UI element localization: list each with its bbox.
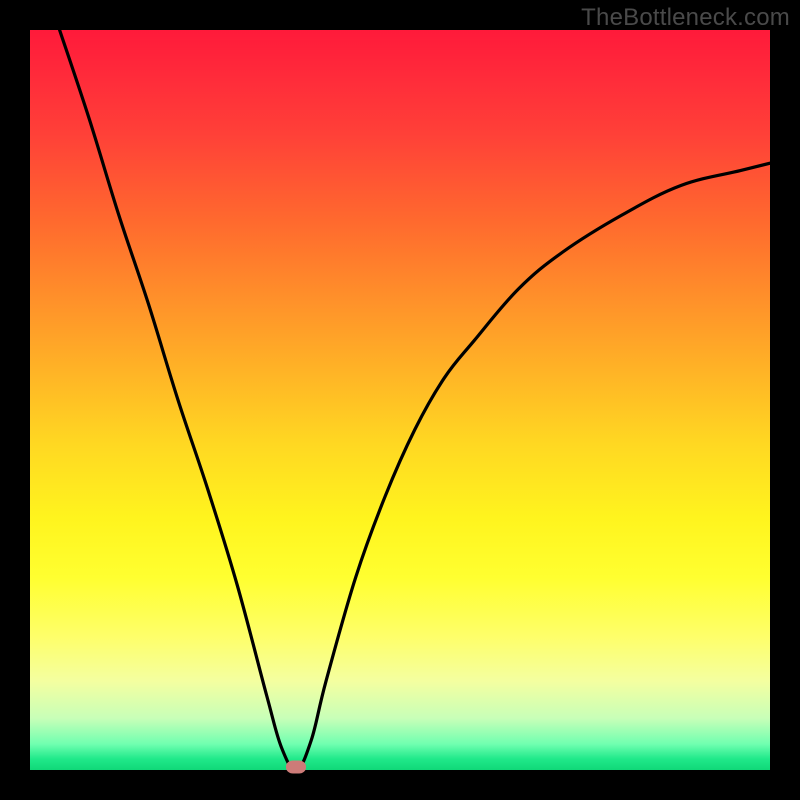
plot-area bbox=[30, 30, 770, 770]
bottleneck-curve bbox=[30, 30, 770, 770]
dip-marker bbox=[286, 761, 306, 774]
watermark-text: TheBottleneck.com bbox=[581, 4, 790, 32]
chart-frame: TheBottleneck.com bbox=[0, 0, 800, 800]
